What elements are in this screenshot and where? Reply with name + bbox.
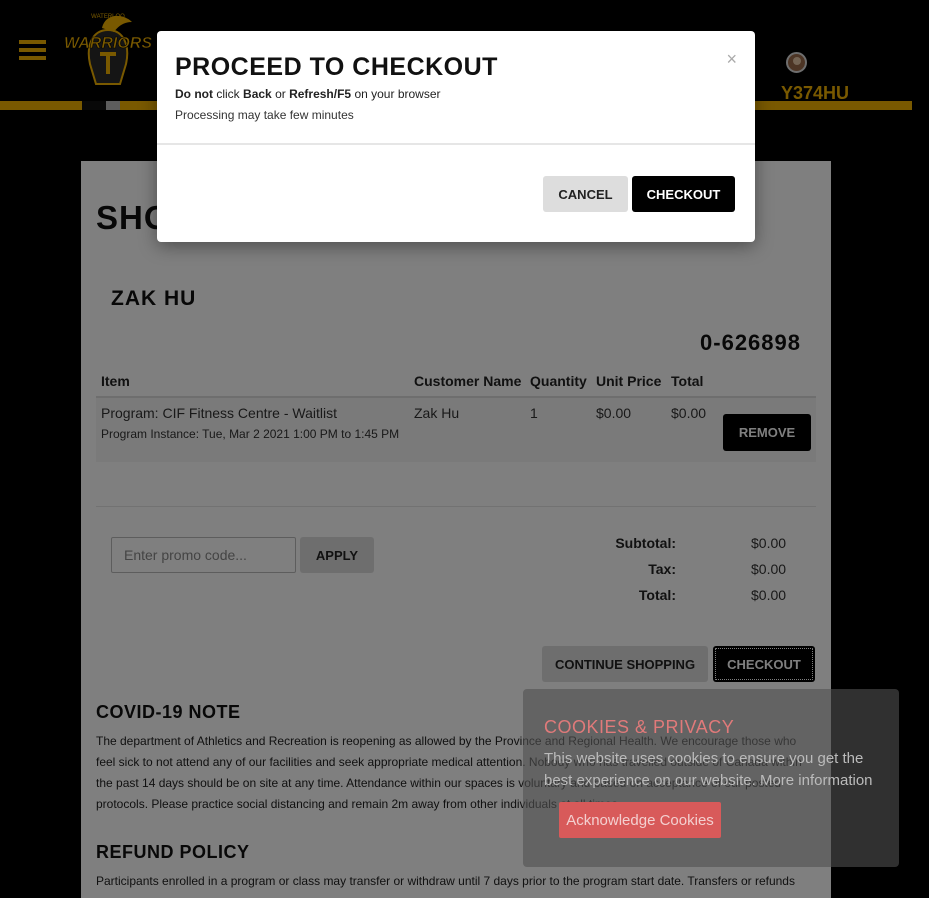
warning-or: or bbox=[275, 87, 286, 101]
modal-cancel-button[interactable]: CANCEL bbox=[543, 176, 628, 212]
cookie-title: COOKIES & PRIVACY bbox=[544, 717, 735, 737]
cookie-banner: COOKIES & PRIVACY This website uses cook… bbox=[523, 689, 899, 867]
warning-refresh: Refresh/F5 bbox=[289, 87, 352, 101]
warning-rest: on your browser bbox=[354, 87, 441, 101]
modal-warning: Do not click Back or Refresh/F5 on your … bbox=[175, 87, 441, 101]
modal-divider bbox=[157, 143, 755, 145]
modal-title: PROCEED TO CHECKOUT bbox=[175, 53, 498, 81]
warning-back: Back bbox=[243, 87, 272, 101]
modal-checkout-button[interactable]: CHECKOUT bbox=[632, 176, 735, 212]
warning-click: click bbox=[216, 87, 240, 101]
acknowledge-cookies-button[interactable]: Acknowledge Cookies bbox=[559, 802, 721, 838]
cookie-text: This website uses cookies to ensure you … bbox=[544, 750, 873, 789]
modal-note: Processing may take few minutes bbox=[175, 108, 354, 122]
close-icon[interactable]: × bbox=[726, 49, 737, 70]
checkout-modal: PROCEED TO CHECKOUT Do not click Back or… bbox=[157, 31, 755, 242]
warning-do-not: Do not bbox=[175, 87, 213, 101]
